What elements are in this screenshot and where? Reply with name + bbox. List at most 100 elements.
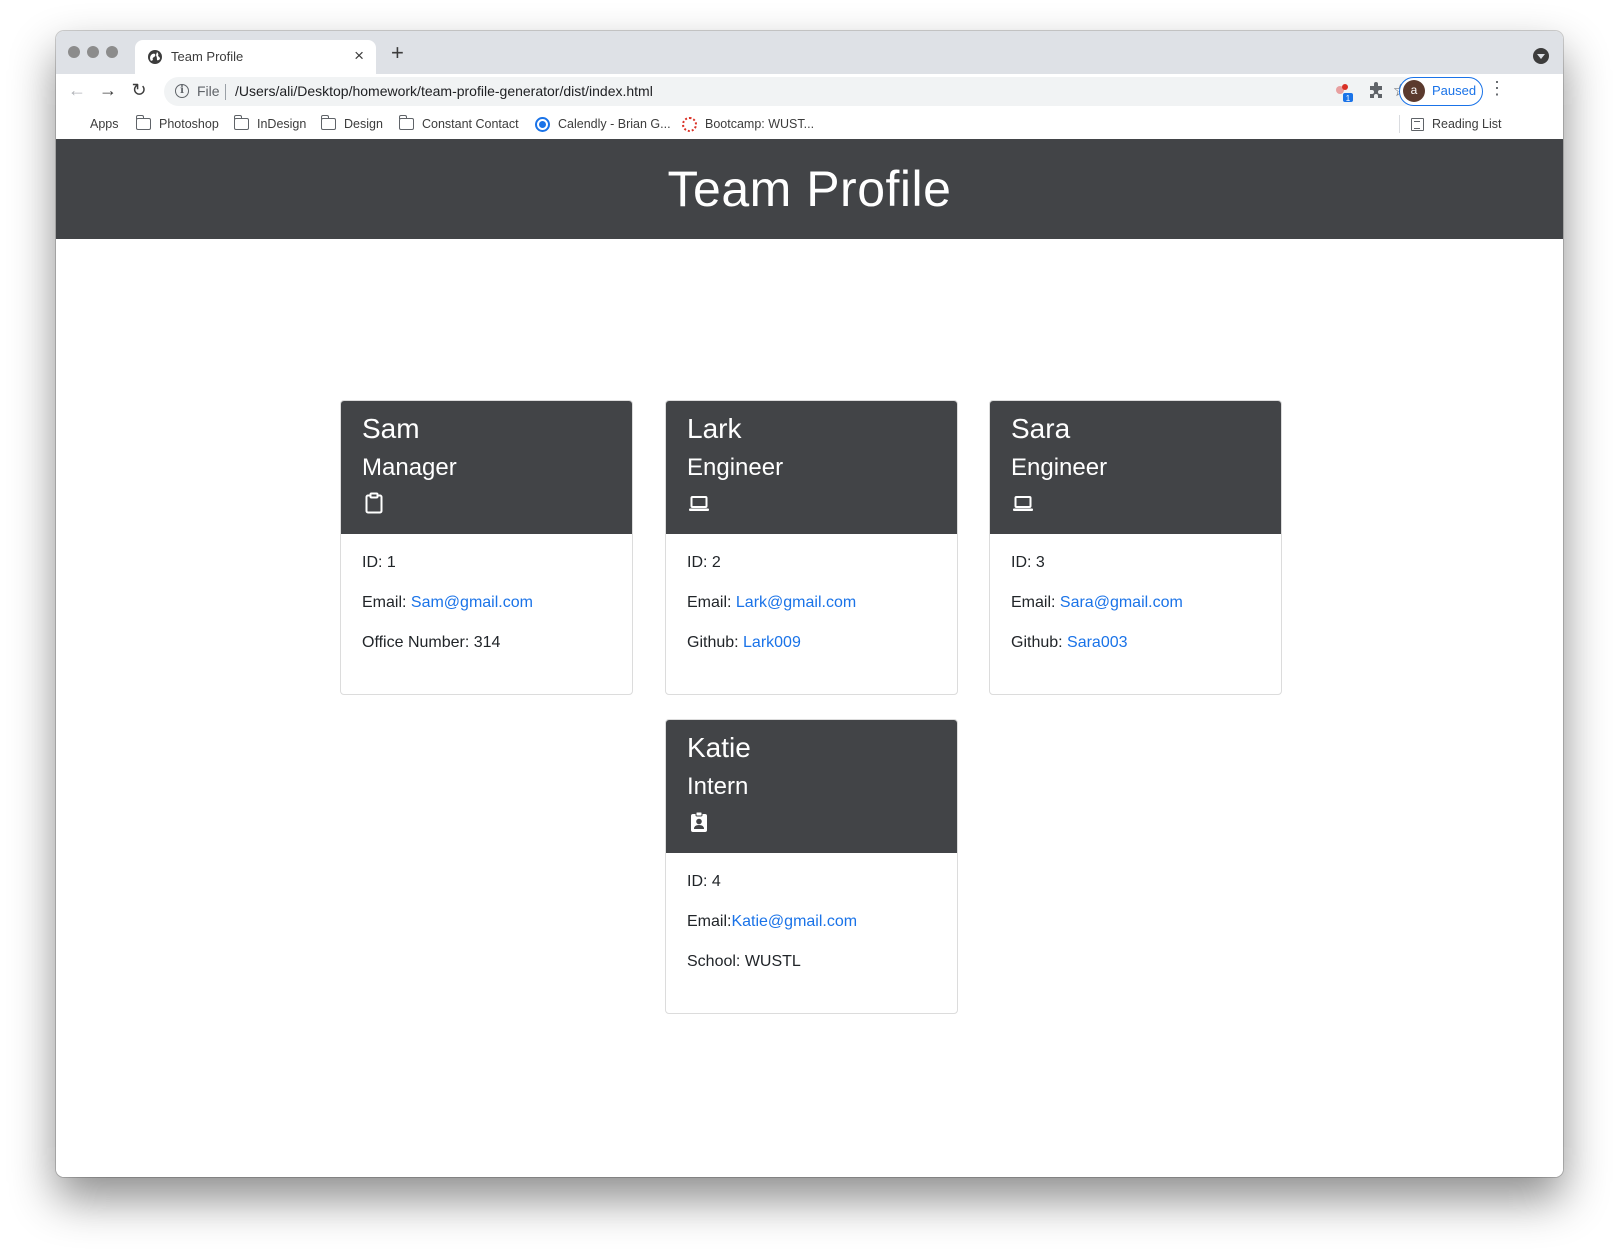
email-link[interactable]: Katie@gmail.com <box>731 913 857 930</box>
employee-role: Intern <box>687 773 749 800</box>
card-header: Sara Engineer <box>990 401 1281 534</box>
laptop-icon <box>689 496 709 511</box>
bookmark-label: InDesign <box>257 117 307 131</box>
minimize-window-button[interactable] <box>87 46 99 58</box>
github-row: Github: Lark009 <box>687 633 801 653</box>
card-header: Lark Engineer <box>666 401 957 534</box>
email-label: Email: <box>1011 594 1060 611</box>
scheme-label: File <box>197 83 220 99</box>
github-label: Github: <box>1011 634 1068 651</box>
email-link[interactable]: Lark@gmail.com <box>736 594 856 611</box>
bookmark-label: Constant Contact <box>422 117 519 131</box>
employee-card-sara: Sara Engineer ID: 3 Email: Sara@gmail.co… <box>989 400 1282 695</box>
school: School: WUSTL <box>687 953 801 970</box>
bookmark-indesign[interactable]: InDesign <box>233 114 307 134</box>
employee-id: ID: 1 <box>362 554 396 571</box>
calendly-icon <box>535 116 550 132</box>
employee-role: Engineer <box>1011 454 1108 481</box>
folder-icon <box>135 115 151 130</box>
reading-list-icon <box>1411 117 1424 131</box>
card-header: Katie Intern <box>666 720 957 853</box>
folder-icon <box>233 115 249 130</box>
id-badge-icon <box>691 811 707 832</box>
extension-badge: 1 <box>1346 94 1351 102</box>
tab-strip: Team Profile × + <box>56 31 1563 74</box>
employee-id: ID: 4 <box>687 873 721 890</box>
github-link[interactable]: Lark009 <box>743 634 801 651</box>
info-icon[interactable]: i <box>175 84 189 98</box>
bootcamp-icon <box>682 116 697 132</box>
bookmark-label: Photoshop <box>159 117 219 131</box>
email-link[interactable]: Sam@gmail.com <box>411 594 533 611</box>
email-label: Email: <box>362 594 411 611</box>
scheme-divider <box>225 84 226 100</box>
employee-id: ID: 2 <box>687 554 721 571</box>
back-button[interactable]: ← <box>65 78 89 102</box>
bookmark-constant-contact[interactable]: Constant Contact <box>398 114 519 134</box>
close-window-button[interactable] <box>68 46 80 58</box>
bookmark-label: Apps <box>90 117 119 131</box>
employee-email-row: Email: Sara@gmail.com <box>1011 593 1183 613</box>
email-link[interactable]: Sara@gmail.com <box>1060 594 1183 611</box>
email-label: Email: <box>687 913 732 930</box>
github-row: Github: Sara003 <box>1011 633 1128 653</box>
employee-role: Engineer <box>687 454 784 481</box>
employee-name: Sam <box>362 413 420 444</box>
clipboard-icon <box>365 492 383 514</box>
employee-role: Manager <box>362 454 457 481</box>
tab-team-profile[interactable]: Team Profile × <box>135 40 376 74</box>
bookmark-apps[interactable]: Apps <box>69 114 119 134</box>
bookmark-label: Bootcamp: WUST... <box>705 117 815 131</box>
more-menu-icon[interactable]: ⋮ <box>1488 78 1506 99</box>
employee-name: Katie <box>687 732 751 763</box>
email-label: Email: <box>687 594 736 611</box>
employee-card-katie: Katie Intern ID: 4 Email:Katie@gmail.com… <box>665 719 958 1014</box>
bookmark-label: Design <box>344 117 383 131</box>
new-tab-button[interactable]: + <box>391 42 404 64</box>
laptop-icon <box>1013 496 1033 511</box>
tab-close-button[interactable]: × <box>354 46 364 66</box>
toolbar: ← → ↻ i File /Users/ali/Desktop/homework… <box>56 74 1563 109</box>
reload-button[interactable]: ↻ <box>127 78 151 102</box>
bookmark-bootcamp[interactable]: Bootcamp: WUST... <box>682 114 814 134</box>
reading-list-button[interactable]: Reading List <box>1411 114 1502 134</box>
globe-icon <box>148 50 162 64</box>
zoom-window-button[interactable] <box>106 46 118 58</box>
employee-email-row: Email: Lark@gmail.com <box>687 593 856 613</box>
employee-name: Sara <box>1011 413 1071 444</box>
apps-grid-icon <box>69 118 82 131</box>
employee-email-row: Email:Katie@gmail.com <box>687 912 857 932</box>
employee-id: ID: 3 <box>1011 554 1045 571</box>
tab-title: Team Profile <box>171 49 244 64</box>
office-number: Office Number: 314 <box>362 634 501 651</box>
page-viewport: Team Profile Sam Manager ID: 1 Email: Sa… <box>56 139 1563 1177</box>
bookmarks-divider <box>1399 115 1400 133</box>
employee-email-row: Email: Sam@gmail.com <box>362 593 533 613</box>
extension-icon[interactable]: 1 <box>1334 82 1354 102</box>
bookmark-label: Calendly - Brian G... <box>558 117 671 131</box>
page-title: Team Profile <box>667 161 952 217</box>
bookmarks-bar: Apps Photoshop InDesign Design Constant … <box>56 109 1563 139</box>
address-bar[interactable]: i File /Users/ali/Desktop/homework/team-… <box>164 77 1418 106</box>
employee-name: Lark <box>687 413 742 444</box>
employee-card-sam: Sam Manager ID: 1 Email: Sam@gmail.com O… <box>340 400 633 695</box>
reading-list-label: Reading List <box>1432 117 1502 131</box>
folder-icon <box>398 115 414 130</box>
employee-card-lark: Lark Engineer ID: 2 Email: Lark@gmail.co… <box>665 400 958 695</box>
profile-button[interactable]: a Paused <box>1399 77 1483 106</box>
puzzle-icon[interactable] <box>1366 80 1386 100</box>
github-label: Github: <box>687 634 744 651</box>
forward-button[interactable]: → <box>96 78 120 102</box>
url-text[interactable]: /Users/ali/Desktop/homework/team-profile… <box>235 83 653 99</box>
avatar: a <box>1403 80 1425 102</box>
folder-icon <box>320 115 336 130</box>
card-header: Sam Manager <box>341 401 632 534</box>
page-header: Team Profile <box>56 139 1563 239</box>
browser-window: Team Profile × + ← → ↻ i File /Users/ali… <box>56 31 1563 1177</box>
bookmark-design[interactable]: Design <box>320 114 383 134</box>
bookmark-photoshop[interactable]: Photoshop <box>135 114 219 134</box>
github-link[interactable]: Sara003 <box>1067 634 1128 651</box>
profile-status: Paused <box>1432 83 1477 98</box>
bookmark-calendly[interactable]: Calendly - Brian G... <box>535 114 671 134</box>
tab-search-icon[interactable] <box>1533 48 1549 64</box>
